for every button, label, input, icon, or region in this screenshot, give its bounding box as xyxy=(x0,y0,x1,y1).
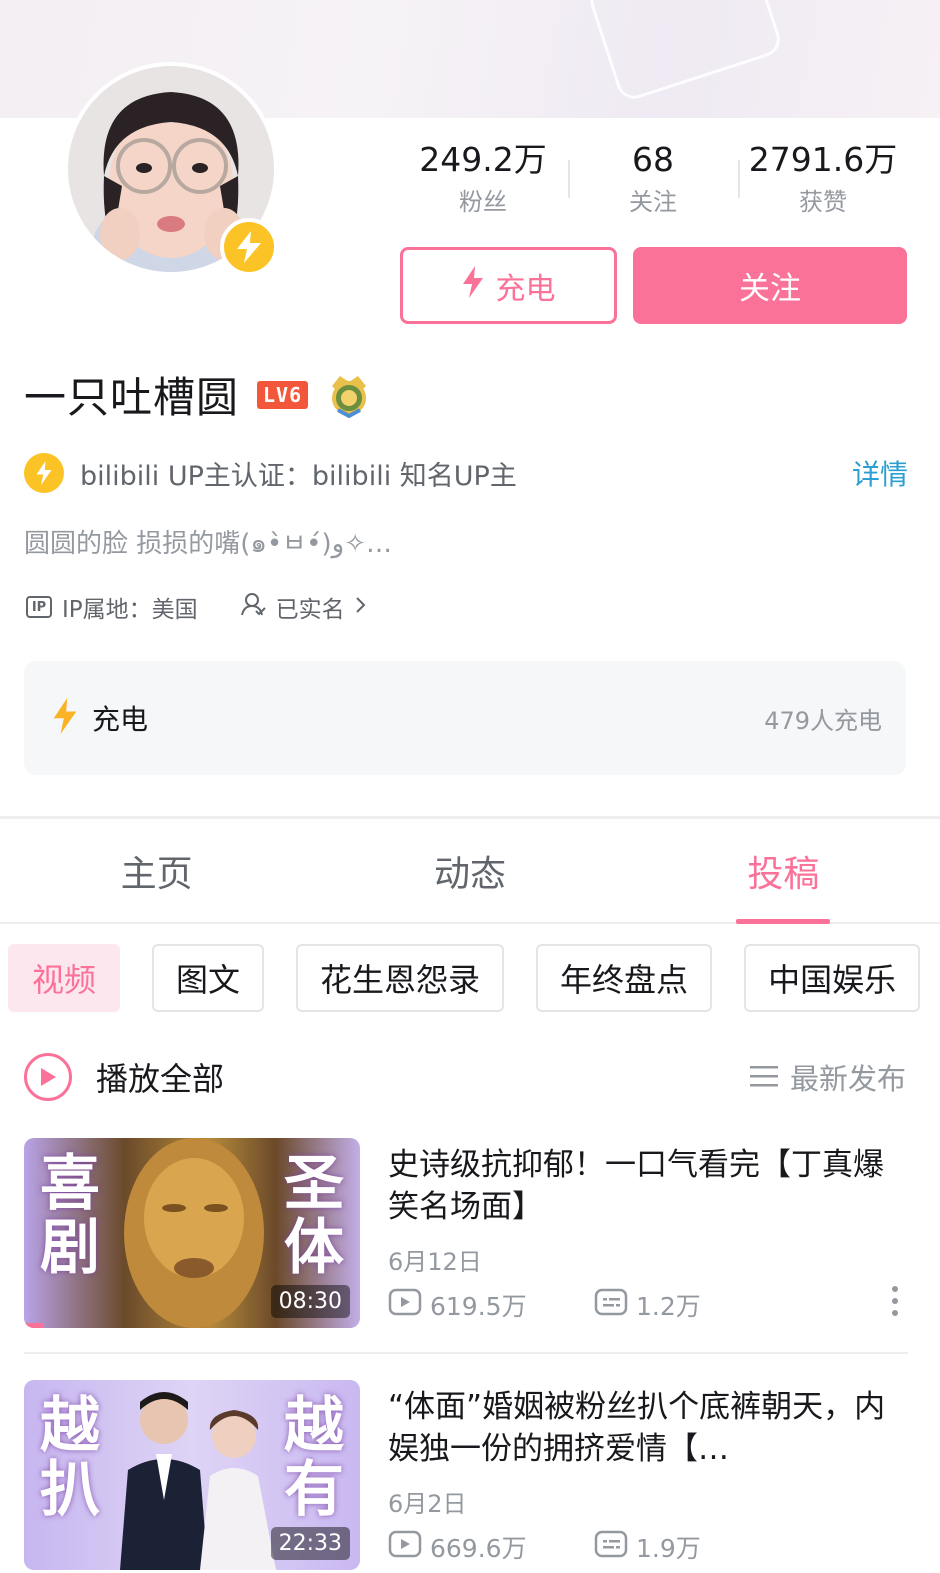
verified-label[interactable]: 已实名 xyxy=(276,590,345,624)
video-thumbnail[interactable]: 喜剧 圣体 08:30 xyxy=(24,1138,360,1328)
chip-collection[interactable]: 年终盘点 xyxy=(536,944,713,1012)
stat-value: 68 xyxy=(632,140,674,179)
thumbnail-caption-right: 圣体 xyxy=(284,1149,344,1283)
certification-row: bilibili UP主认证：bilibili 知名UP主 详情 xyxy=(24,448,908,498)
watch-progress-bar xyxy=(24,1323,45,1328)
charge-card-label: 充电 xyxy=(92,703,149,736)
follow-button[interactable]: 关注 xyxy=(633,247,907,324)
view-count: 619.5万 xyxy=(388,1287,594,1323)
charge-count: 479人充电 xyxy=(764,706,882,735)
danmaku-icon xyxy=(594,1530,628,1564)
play-all-label[interactable]: 播放全部 xyxy=(96,1054,750,1100)
certified-lightning-icon xyxy=(24,453,64,493)
video-thumbnail[interactable]: 越扒 越有 22:33 xyxy=(24,1380,360,1570)
danmaku-count: 1.2万 xyxy=(594,1287,800,1323)
thumbnail-caption-right: 越有 xyxy=(284,1391,344,1525)
view-count-value: 669.6万 xyxy=(430,1534,527,1563)
charge-badge-icon xyxy=(220,218,278,276)
play-circle-icon[interactable] xyxy=(24,1053,72,1101)
chip-collection[interactable]: 中国娱乐 xyxy=(744,944,921,1012)
stat-fans[interactable]: 249.2万 粉丝 xyxy=(398,138,568,228)
chevron-right-icon xyxy=(355,594,367,620)
video-duration: 22:33 xyxy=(270,1527,350,1560)
stat-likes[interactable]: 2791.6万 获赞 xyxy=(738,138,908,228)
more-vertical-icon[interactable] xyxy=(892,1286,898,1316)
category-chips: 视频 图文 花生恩怨录 年终盘点 中国娱乐 xyxy=(8,944,921,1012)
video-item[interactable]: 越扒 越有 22:33 “体面”婚姻被粉丝扒个底裤朝天，内娱独一份的拥挤爱情【…… xyxy=(24,1380,908,1572)
play-count-icon xyxy=(388,1530,422,1564)
danmaku-count-value: 1.2万 xyxy=(636,1292,701,1321)
section-divider xyxy=(0,816,940,819)
certification-text: bilibili UP主认证：bilibili 知名UP主 xyxy=(80,460,517,492)
video-date: 6月2日 xyxy=(388,1490,467,1518)
video-stats: 619.5万 1.2万 xyxy=(388,1287,908,1323)
video-title[interactable]: “体面”婚姻被粉丝扒个底裤朝天，内娱独一份的拥挤爱情【… xyxy=(388,1386,908,1470)
username-row: 一只吐槽圆 LV6 xyxy=(24,364,372,425)
stat-following[interactable]: 68 关注 xyxy=(568,138,738,228)
danmaku-count: 1.9万 xyxy=(594,1529,800,1565)
tab-dynamics[interactable]: 动态 xyxy=(313,820,626,922)
verified-user-icon xyxy=(240,591,266,623)
charge-button[interactable]: 充电 xyxy=(400,247,617,324)
certification-detail-link[interactable]: 详情 xyxy=(852,453,908,493)
lightning-icon xyxy=(462,265,484,306)
ip-icon: IP xyxy=(26,596,52,618)
stat-value: 249.2万 xyxy=(419,140,547,179)
danmaku-count-value: 1.9万 xyxy=(636,1534,701,1563)
chip-collection[interactable]: 花生恩怨录 xyxy=(296,944,505,1012)
sort-label: 最新发布 xyxy=(789,1062,906,1096)
view-count: 669.6万 xyxy=(388,1529,594,1565)
bio[interactable]: 圆圆的脸 损损的嘴(๑•̀ㅂ•́)و✧… xyxy=(24,523,392,564)
stat-label: 粉丝 xyxy=(459,188,507,216)
profile-stats: 249.2万 粉丝 68 关注 2791.6万 获赞 xyxy=(398,138,908,228)
video-title[interactable]: 史诗级抗抑郁！一口气看完【丁真爆笑名场面】 xyxy=(388,1144,908,1228)
video-stats: 669.6万 1.9万 xyxy=(388,1529,908,1565)
profile-tabs: 主页 动态 投稿 xyxy=(0,820,940,924)
video-date: 6月12日 xyxy=(388,1248,482,1276)
video-item[interactable]: 喜剧 圣体 08:30 史诗级抗抑郁！一口气看完【丁真爆笑名场面】 6月12日 … xyxy=(24,1138,908,1330)
sort-list-icon xyxy=(749,1060,778,1094)
video-duration: 08:30 xyxy=(270,1285,350,1318)
thumbnail-caption-left: 喜剧 xyxy=(40,1149,100,1283)
lightning-icon xyxy=(52,698,78,738)
list-divider xyxy=(24,1352,908,1354)
tab-home[interactable]: 主页 xyxy=(0,820,313,922)
video-info: 史诗级抗抑郁！一口气看完【丁真爆笑名场面】 6月12日 619.5万 1.2万 xyxy=(388,1138,908,1330)
stat-label: 获赞 xyxy=(799,188,847,216)
thumbnail-caption-left: 越扒 xyxy=(40,1391,100,1525)
danmaku-icon xyxy=(594,1288,628,1322)
chip-video[interactable]: 视频 xyxy=(8,944,121,1012)
banner-decoration xyxy=(585,0,785,104)
medal-icon[interactable] xyxy=(326,372,372,418)
chip-image-text[interactable]: 图文 xyxy=(152,944,265,1012)
play-count-icon xyxy=(388,1288,422,1322)
stat-label: 关注 xyxy=(629,188,677,216)
charge-card[interactable]: 充电 479人充电 xyxy=(24,661,906,775)
play-all-row: 播放全部 最新发布 xyxy=(24,1048,906,1106)
video-info: “体面”婚姻被粉丝扒个底裤朝天，内娱独一份的拥挤爱情【… 6月2日 669.6万… xyxy=(388,1380,908,1572)
tab-uploads[interactable]: 投稿 xyxy=(627,820,940,922)
charge-button-label: 充电 xyxy=(495,271,556,307)
view-count-value: 619.5万 xyxy=(430,1292,527,1321)
ip-location: IP属地：美国 xyxy=(62,597,198,623)
level-badge[interactable]: LV6 xyxy=(257,380,309,409)
meta-row: IP IP属地：美国 已实名 xyxy=(26,590,367,624)
stat-value: 2791.6万 xyxy=(748,140,898,179)
sort-button[interactable]: 最新发布 xyxy=(749,1056,906,1098)
follow-button-label: 关注 xyxy=(739,271,801,307)
username: 一只吐槽圆 xyxy=(24,373,240,422)
